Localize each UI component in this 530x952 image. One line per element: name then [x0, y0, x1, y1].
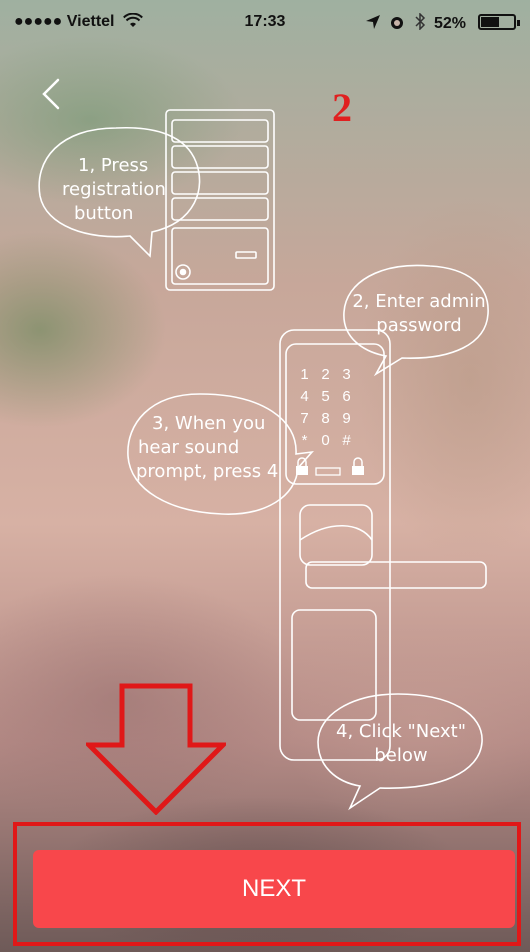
step2-line2: password — [376, 315, 462, 336]
keypad-key: 4 — [300, 388, 309, 405]
step3-note: 3, When you hear sound prompt, press 4 — [134, 412, 304, 484]
keypad-key: * — [301, 432, 308, 449]
step-number: 2 — [332, 85, 352, 130]
bluetooth-icon — [414, 12, 426, 35]
keypad-key: 9 — [342, 410, 351, 427]
step2-line1: 2, Enter admin — [352, 291, 486, 312]
next-button[interactable]: NEXT — [33, 850, 515, 928]
step3-line2: hear sound — [138, 437, 240, 458]
keypad-key: 2 — [321, 366, 330, 383]
keypad-key: 8 — [321, 410, 330, 427]
keypad-key: 7 — [300, 410, 309, 427]
step1-line2: registration — [62, 179, 166, 200]
step1-line1: 1, Press — [78, 155, 149, 176]
status-bar: ●●●●● Viettel 17:33 52% — [0, 0, 530, 44]
keypad-key: 0 — [321, 432, 330, 449]
step2-note: 2, Enter admin password — [344, 290, 494, 338]
down-arrow-annotation-icon — [86, 683, 226, 815]
step3-line3: prompt, press 4 — [136, 461, 279, 482]
keypad-row: * 0 # — [294, 432, 357, 454]
battery-percent: 52% — [433, 15, 466, 32]
location-arrow-icon — [365, 14, 381, 35]
keypad-row: 789 — [294, 410, 357, 432]
back-button[interactable] — [34, 74, 74, 114]
step4-line1: 4, Click "Next" — [336, 721, 466, 742]
keypad: 123 456 789 * 0 # — [294, 366, 357, 454]
step3-line1: 3, When you — [152, 413, 266, 434]
keypad-key: 3 — [342, 366, 351, 383]
keypad-row: 123 — [294, 366, 357, 388]
chevron-left-icon — [42, 78, 60, 110]
status-right-group: 52% — [365, 12, 466, 35]
keypad-row: 456 — [294, 388, 357, 410]
alarm-icon — [389, 14, 405, 35]
step1-note: 1, Press registration button — [54, 154, 200, 226]
keypad-key: 6 — [342, 388, 351, 405]
keypad-key: 1 — [300, 366, 309, 383]
step1-line3: button — [74, 203, 134, 224]
step4-line2: below — [374, 745, 428, 766]
battery-icon — [478, 14, 520, 30]
keypad-key: # — [342, 432, 351, 449]
step4-note: 4, Click "Next" below — [318, 720, 484, 768]
keypad-key: 5 — [321, 388, 330, 405]
